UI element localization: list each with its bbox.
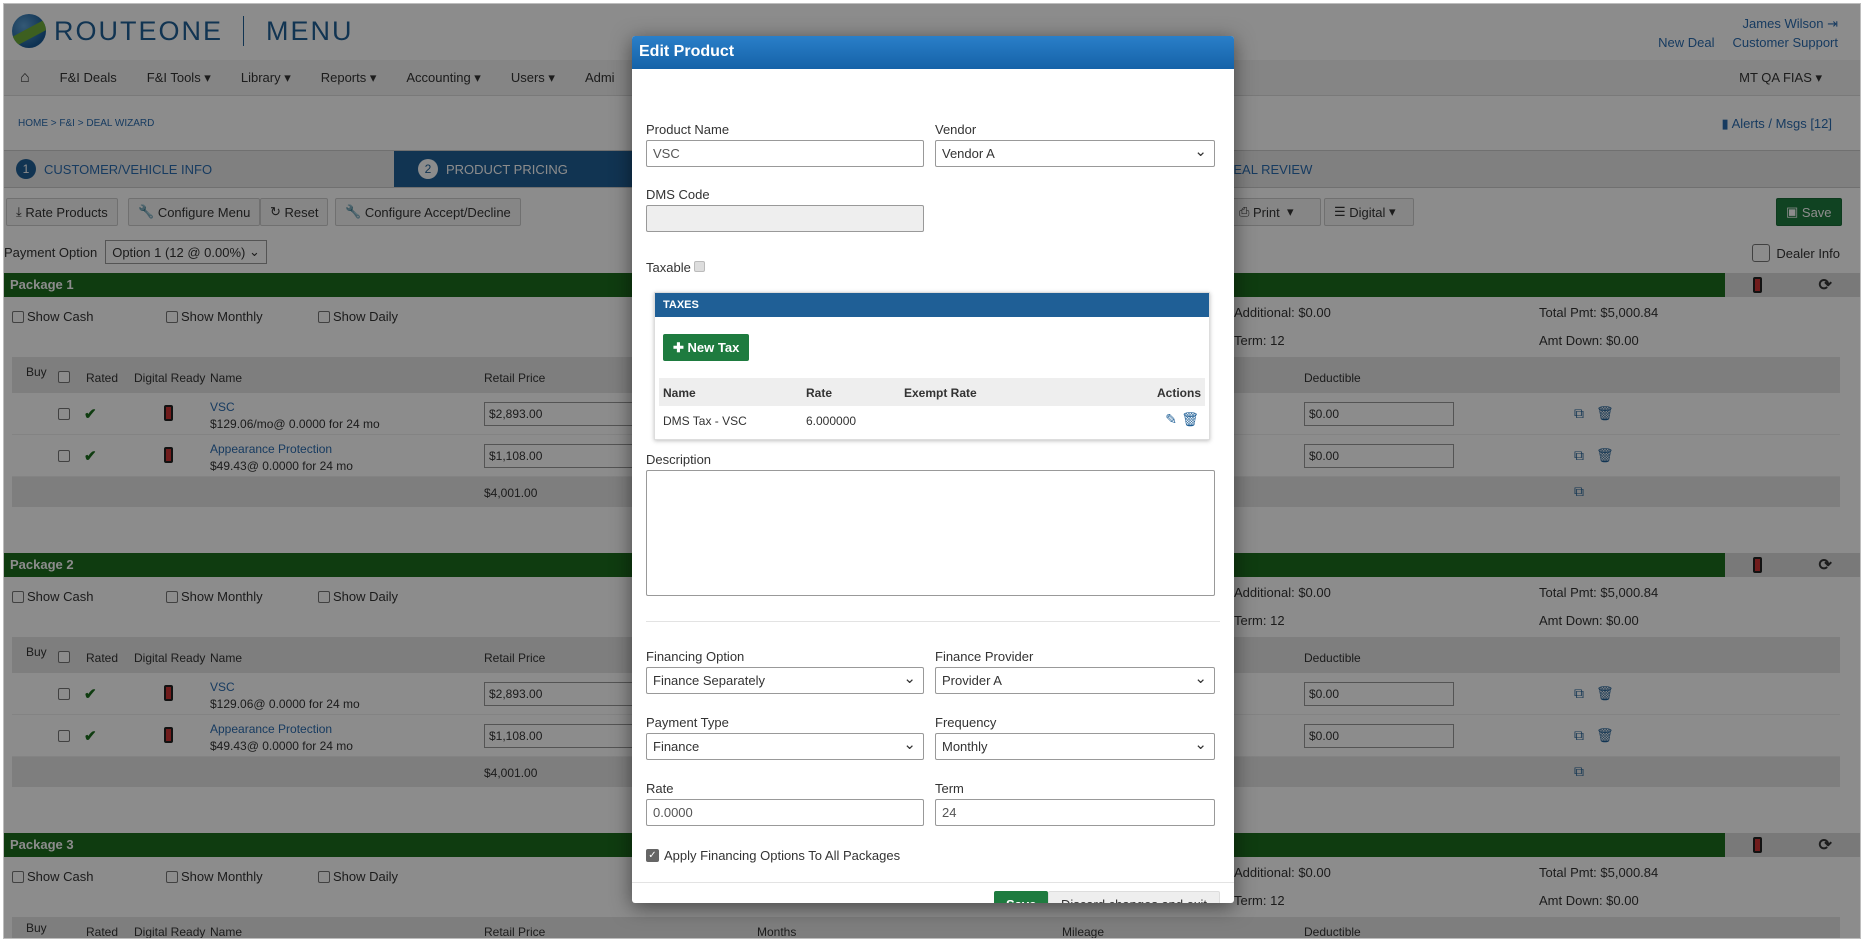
col-actions: Actions	[1156, 386, 1201, 400]
new-tax-button[interactable]: ✚ New Tax	[663, 334, 750, 361]
financing-option-select[interactable]: Finance Separately	[646, 667, 924, 694]
taxes-panel: TAXES ✚ New Tax Name Rate Exempt Rate Ac…	[654, 292, 1210, 440]
apply-financing-checkbox[interactable]: ✓	[646, 849, 659, 862]
payment-type-select[interactable]: Finance	[646, 733, 924, 760]
tax-name: DMS Tax - VSC	[663, 414, 747, 428]
plus-icon: ✚	[673, 339, 688, 355]
finance-provider-label: Finance Provider	[935, 649, 1034, 664]
dms-code-input[interactable]	[646, 205, 924, 232]
taxes-table-header: Name Rate Exempt Rate Actions	[659, 378, 1205, 406]
frequency-select[interactable]: Monthly	[935, 733, 1215, 760]
vendor-select[interactable]: Vendor A	[935, 140, 1215, 167]
frequency-value: Monthly	[942, 739, 988, 754]
rate-label: Rate	[646, 781, 674, 796]
taxable-checkbox[interactable]	[694, 261, 705, 272]
term-input[interactable]: 24	[935, 799, 1215, 826]
edit-product-modal: Edit Product Product Name VSC Vendor Ven…	[632, 36, 1234, 903]
discard-changes-button[interactable]: Discard changes and exit	[1048, 891, 1220, 903]
modal-footer-divider	[632, 882, 1234, 883]
vendor-label: Vendor	[935, 122, 977, 137]
taxable-label: Taxable	[646, 260, 691, 275]
col-exempt-rate: Exempt Rate	[904, 386, 977, 400]
modal-title: Edit Product	[632, 36, 1234, 69]
vendor-value: Vendor A	[942, 146, 995, 161]
product-name-input[interactable]: VSC	[646, 140, 924, 167]
finance-provider-select[interactable]: Provider A	[935, 667, 1215, 694]
rate-input[interactable]: 0.0000	[646, 799, 924, 826]
frequency-label: Frequency	[935, 715, 997, 730]
col-tax-name: Name	[663, 386, 696, 400]
apply-financing-label: Apply Financing Options To All Packages	[664, 848, 901, 863]
description-textarea[interactable]	[646, 470, 1215, 596]
payment-type-label: Payment Type	[646, 715, 729, 730]
tax-rate: 6.000000	[806, 414, 857, 428]
new-tax-label: New Tax	[687, 340, 740, 355]
trash-icon[interactable]: 🗑	[1181, 411, 1199, 428]
apply-financing-option[interactable]: ✓ Apply Financing Options To All Packages	[646, 848, 900, 863]
term-label: Term	[935, 781, 964, 796]
edit-icon[interactable]: ✎	[1165, 411, 1177, 428]
modal-save-button[interactable]: Save	[994, 891, 1049, 903]
taxes-title: TAXES	[655, 293, 1209, 317]
financing-option-value: Finance Separately	[653, 673, 766, 688]
financing-option-label: Financing Option	[646, 649, 745, 664]
dms-code-label: DMS Code	[646, 187, 710, 202]
tax-row: DMS Tax - VSC 6.000000 ✎ 🗑	[659, 406, 1205, 436]
app-window: ROUTEONE MENU James Wilson ⇥ New Deal Cus…	[3, 3, 1861, 939]
payment-type-value: Finance	[653, 739, 700, 754]
col-tax-rate: Rate	[806, 386, 833, 400]
finance-provider-value: Provider A	[942, 673, 1002, 688]
description-label: Description	[646, 452, 712, 467]
divider	[646, 621, 1220, 622]
product-name-label: Product Name	[646, 122, 730, 137]
